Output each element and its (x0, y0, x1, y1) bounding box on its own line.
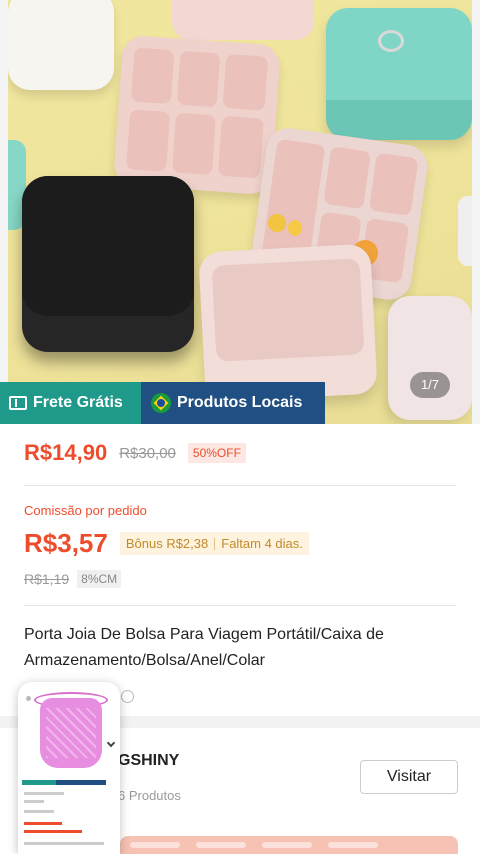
local-products-badge: Produtos Locais (141, 382, 325, 424)
bonus-time-left: Faltam 4 dias. (221, 536, 303, 551)
divider (24, 605, 456, 606)
product-photo-ring (378, 30, 404, 52)
local-products-label: Produtos Locais (177, 394, 303, 411)
product-title: Porta Joia De Bolsa Para Viagem Portátil… (24, 626, 384, 669)
old-commission: R$1,19 (24, 571, 70, 587)
gallery-edge-left (0, 0, 8, 424)
current-price: R$14,90 (24, 440, 108, 465)
original-price: R$30,00 (119, 444, 176, 462)
commission-value: R$3,57 (24, 528, 108, 558)
discount-badge: 50%OFF (187, 443, 246, 463)
preview-dot-icon (26, 696, 31, 701)
info-icon[interactable] (121, 689, 134, 703)
commission-row: R$3,57 Bônus R$2,38 Faltam 4 dias. (24, 528, 309, 559)
preview-shipping-strip (22, 780, 56, 785)
image-counter: 1/7 (410, 372, 450, 398)
commission-label: Comissão por pedido (24, 503, 147, 518)
product-photo-teal-lip (326, 100, 472, 140)
free-shipping-label: Frete Grátis (33, 394, 123, 411)
bar-segment (328, 842, 378, 848)
preview-text-line (24, 810, 54, 813)
shop-name[interactable]: GSHINY (118, 752, 179, 770)
product-image-gallery[interactable]: 1/7 Frete Grátis Produtos Locais (0, 0, 480, 424)
preview-price-line (24, 830, 82, 833)
floating-preview-thumbnail[interactable] (18, 682, 120, 854)
shop-product-count: 6 Produtos (118, 788, 181, 803)
preview-local-strip (56, 780, 106, 785)
commission-rate-row: R$1,19 8%CM (24, 570, 122, 588)
commission-rate-tag: 8%CM (77, 570, 122, 588)
preview-basket-image (40, 698, 102, 768)
gallery-edge-right (472, 0, 480, 424)
product-photo-white-case (8, 0, 114, 90)
product-photo-black-lid (22, 176, 194, 316)
brazil-flag-icon (151, 393, 171, 413)
divider (24, 485, 456, 486)
preview-text-line (24, 800, 44, 803)
bar-segment (130, 842, 180, 848)
price-row: R$14,90 R$30,00 50%OFF (24, 440, 246, 466)
product-photo-earring (268, 214, 286, 232)
bonus-badge: Bônus R$2,38 Faltam 4 dias. (119, 532, 309, 555)
product-photo-pink-lid (172, 0, 314, 40)
preview-text-line (24, 792, 64, 795)
visit-shop-button[interactable]: Visitar (360, 760, 458, 794)
product-photo-earring (288, 220, 302, 236)
free-shipping-badge: Frete Grátis (0, 382, 141, 424)
bar-segment (262, 842, 312, 848)
bonus-separator (214, 537, 216, 550)
preview-chevron-icon (106, 738, 116, 748)
preview-text-line (24, 842, 104, 845)
product-photo-necklace-tray (211, 258, 365, 362)
truck-icon (9, 396, 27, 410)
product-photo-pink-case-open (112, 34, 282, 196)
preview-price-line (24, 822, 62, 825)
bottom-action-bar[interactable] (120, 836, 458, 854)
bonus-amount: Bônus R$2,38 (125, 536, 209, 551)
product-photo-pink-case-right (388, 296, 472, 420)
bar-segment (196, 842, 246, 848)
